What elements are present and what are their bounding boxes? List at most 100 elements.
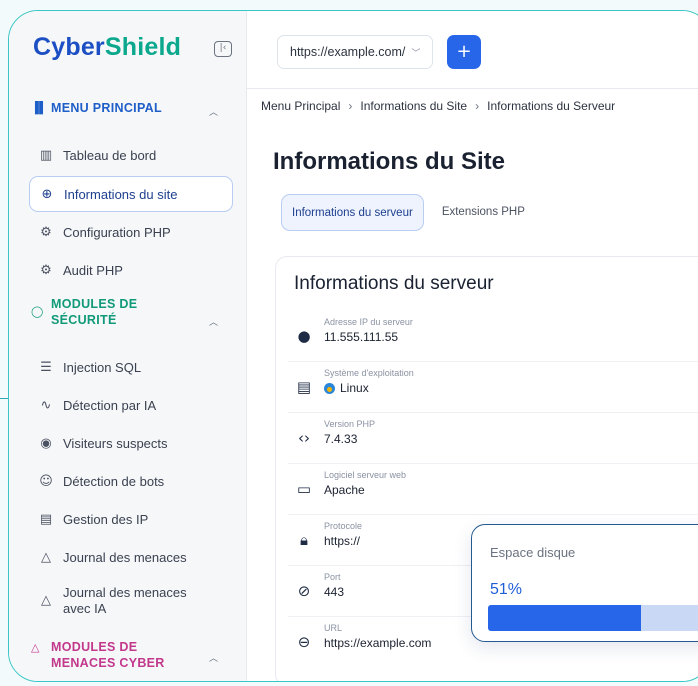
info-row-webserver: ▭ Logiciel serveur web Apache (288, 464, 698, 515)
breadcrumb-item: Informations du Serveur (487, 99, 616, 113)
database-icon: ☰ (40, 359, 52, 375)
section-security-label: MODULES DE SÉCURITÉ (51, 296, 137, 328)
sidebar-item-label: Journal des menaces (63, 549, 187, 565)
info-value: https:// (324, 534, 361, 548)
shield-icon: ◯ (31, 306, 44, 318)
section-cyber-label: MODULES DE MENACES CYBER (51, 639, 165, 671)
sidebar-item-informations-du-site[interactable]: ⊕ Informations du site (29, 176, 233, 212)
sidebar-item-label: Détection par IA (63, 397, 157, 413)
tab-bar: Informations du serveur Extensions PHP (281, 194, 535, 231)
collapse-sidebar-icon[interactable]: |‹ (214, 41, 232, 57)
lock-icon: 🔒︎ (300, 531, 308, 549)
chevron-down-icon: ﹀ (411, 48, 421, 59)
block-icon: ⊘ (297, 582, 311, 600)
globe-icon: ⊕ (41, 186, 53, 202)
section-main-menu[interactable]: ▐▌ MENU PRINCIPAL (31, 101, 162, 115)
info-label: Adresse IP du serveur (324, 317, 413, 327)
sidebar: CyberShield |‹ ▐▌ MENU PRINCIPAL ︿ ▥ Tab… (9, 11, 247, 681)
sidebar-item-detection-bots[interactable]: ☺ Détection de bots (29, 463, 233, 499)
chevron-right-icon: › (348, 99, 353, 113)
info-row-os: ▤ Système d'exploitation Linux (288, 362, 698, 413)
chevron-up-icon[interactable]: ︿ (209, 315, 218, 328)
site-url-value: https://example.com/ (290, 45, 406, 59)
info-label: Port (324, 572, 341, 582)
sidebar-item-label-line1: Journal des menaces (63, 585, 187, 600)
info-value: 7.4.33 (324, 432, 358, 446)
pulse-icon: ∿ (40, 397, 52, 413)
tab-php-extensions[interactable]: Extensions PHP (432, 194, 535, 231)
sidebar-item-label: Informations du site (64, 186, 178, 202)
bar-chart-icon: ▐▌ (31, 102, 48, 114)
cog-icon: ⚙ (40, 262, 52, 278)
sidebar-item-label: Gestion des IP (63, 511, 149, 527)
page-title: Informations du Site (273, 148, 506, 175)
section-security-line2: SÉCURITÉ (51, 313, 117, 327)
chevron-right-icon: › (475, 99, 480, 113)
sidebar-item-label: Visiteurs suspects (63, 435, 168, 451)
section-cyber-line1: MODULES DE (51, 640, 138, 654)
sidebar-item-label: Journal des menaces avec IA (63, 585, 187, 617)
brand-logo-part2: Shield (104, 33, 182, 61)
breadcrumb-item[interactable]: Informations du Site (360, 99, 467, 113)
breadcrumb-item[interactable]: Menu Principal (261, 99, 340, 113)
brand-logo-part1: Cyber (33, 33, 105, 61)
server-info-title: Informations du serveur (294, 273, 494, 294)
tab-server-info[interactable]: Informations du serveur (281, 194, 424, 231)
info-value: https://example.com (324, 636, 432, 650)
info-label: Système d'exploitation (324, 368, 414, 378)
sidebar-item-detection-ia[interactable]: ∿ Détection par IA (29, 387, 233, 423)
laptop-icon: ▭ (296, 480, 312, 498)
sidebar-item-tableau-de-bord[interactable]: ▥ Tableau de bord (29, 137, 233, 173)
sidebar-item-journal-menaces[interactable]: △ Journal des menaces (29, 539, 233, 575)
site-url-select[interactable]: https://example.com/ ﹀ (277, 35, 433, 69)
info-label: Logiciel serveur web (324, 470, 407, 480)
warning-icon: △ (41, 593, 51, 608)
chevron-up-icon[interactable]: ︿ (209, 651, 218, 664)
sidebar-item-label: Détection de bots (63, 473, 165, 489)
disk-usage-card: Espace disque 51% (471, 524, 698, 642)
section-security-modules[interactable]: ◯ MODULES DE SÉCURITÉ (31, 296, 137, 328)
warning-icon: △ (31, 642, 40, 654)
topbar: https://example.com/ ﹀ + (247, 11, 698, 89)
chevron-up-icon[interactable]: ︿ (209, 105, 218, 118)
sidebar-item-injection-sql[interactable]: ☰ Injection SQL (29, 349, 233, 385)
section-cyber-threats[interactable]: △ MODULES DE MENACES CYBER (31, 639, 165, 671)
info-row-ip: ● Adresse IP du serveur 11.555.111.55 (288, 311, 698, 362)
server-icon: ▤ (296, 378, 312, 396)
sidebar-item-label-line2: avec IA (63, 601, 107, 616)
eye-icon: ◉ (40, 435, 52, 451)
cog-icon: ⚙ (40, 224, 52, 240)
info-row-php: ‹› Version PHP 7.4.33 (288, 413, 698, 464)
disk-usage-percent: 51% (490, 581, 523, 598)
sidebar-item-visiteurs-suspects[interactable]: ◉ Visiteurs suspects (29, 425, 233, 461)
info-value: 11.555.111.55 (324, 330, 399, 344)
sidebar-item-label: Injection SQL (63, 359, 142, 375)
add-site-button[interactable]: + (447, 35, 481, 69)
warning-icon: △ (41, 549, 51, 565)
info-label: Protocole (324, 521, 363, 531)
sidebar-item-audit-php[interactable]: ⚙ Audit PHP (29, 252, 233, 288)
info-value: Linux (340, 381, 369, 395)
code-icon: ‹› (298, 429, 310, 447)
link-icon: ⊖ (297, 633, 311, 651)
globe-icon: ● (297, 327, 311, 345)
section-main-menu-label: MENU PRINCIPAL (51, 101, 162, 115)
disk-usage-bar (488, 605, 698, 631)
disk-usage-title: Espace disque (490, 545, 576, 560)
sidebar-item-label: Audit PHP (63, 262, 123, 278)
linux-icon (324, 382, 335, 394)
info-label: Version PHP (324, 419, 376, 429)
sidebar-item-label: Configuration PHP (63, 224, 171, 240)
brand-logo[interactable]: CyberShield (33, 33, 181, 62)
info-label: URL (324, 623, 343, 633)
bot-icon: ☺ (39, 473, 53, 489)
app-window: CyberShield |‹ ▐▌ MENU PRINCIPAL ︿ ▥ Tab… (8, 10, 698, 682)
section-cyber-line2: MENACES CYBER (51, 656, 165, 670)
bar-chart-icon: ▥ (39, 147, 53, 163)
sidebar-item-gestion-ip[interactable]: ▤ Gestion des IP (29, 501, 233, 537)
sidebar-item-configuration-php[interactable]: ⚙ Configuration PHP (29, 214, 233, 250)
server-icon: ▤ (39, 511, 53, 527)
sidebar-item-journal-menaces-ia[interactable]: △ Journal des menaces avec IA (29, 581, 233, 621)
breadcrumb: Menu Principal › Informations du Site › … (261, 99, 615, 113)
info-value-os: Linux (324, 381, 369, 395)
